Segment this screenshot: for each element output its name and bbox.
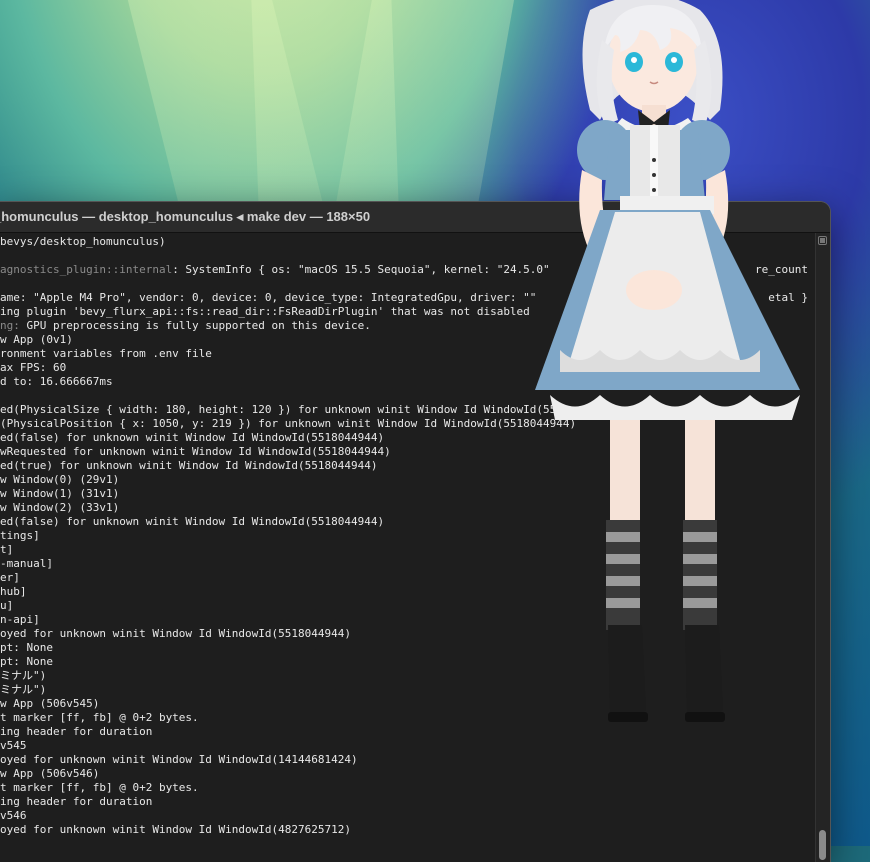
log-message: ing header for duration [0,725,153,738]
terminal-line: w Window(1) (31v1) [0,487,816,501]
terminal-line: pt: None [0,641,816,655]
log-message: ミナル") [0,683,47,696]
log-message: bevys/desktop_homunculus) [0,235,166,248]
terminal-titlebar[interactable]: _homunculus — desktop_homunculus ◂ make … [0,202,830,233]
terminal-line: oyed for unknown winit Window Id WindowI… [0,823,816,837]
log-target: ng: [0,319,20,332]
terminal-line: ed(true) for unknown winit Window Id Win… [0,459,816,473]
terminal-line: n-api] [0,613,816,627]
terminal-line: ed(PhysicalSize { width: 180, height: 12… [0,403,816,417]
terminal-line: hub] [0,585,816,599]
terminal-line: ronment variables from .env file [0,347,816,361]
log-message: t marker [ff, fb] @ 0+2 bytes. [0,711,199,724]
terminal-line: v546 [0,809,816,823]
terminal-line: bevys/desktop_homunculus) [0,235,816,249]
terminal-line: v545 [0,739,816,753]
log-message: pt: None [0,641,53,654]
terminal-output[interactable]: bevys/desktop_homunculus) agnostics_plugi… [0,233,816,862]
log-message: ed(false) for unknown winit Window Id Wi… [0,431,385,444]
log-message: ed(PhysicalSize { width: 180, height: 12… [0,403,563,416]
terminal-line: w Window(0) (29v1) [0,473,816,487]
log-message: t marker [ff, fb] @ 0+2 bytes. [0,781,199,794]
log-message: ed(true) for unknown winit Window Id Win… [0,459,378,472]
log-message: oyed for unknown winit Window Id WindowI… [0,753,358,766]
log-message: ミナル") [0,669,47,682]
terminal-line: oyed for unknown winit Window Id WindowI… [0,627,816,641]
log-message: tings] [0,529,40,542]
log-message: w App (506v546) [0,767,100,780]
log-target: agnostics_plugin::internal [0,263,173,276]
log-message: : SystemInfo { os: "macOS 15.5 Sequoia",… [172,263,550,276]
log-message: -manual] [0,557,53,570]
log-message: oyed for unknown winit Window Id WindowI… [0,823,351,836]
log-message: w App (506v545) [0,697,100,710]
terminal-line: w App (506v546) [0,767,816,781]
log-message: ame: "Apple M4 Pro", vendor: 0, device: … [0,291,537,304]
terminal-line: er] [0,571,816,585]
terminal-line: t marker [ff, fb] @ 0+2 bytes. [0,781,816,795]
log-message: w Window(2) (33v1) [0,501,120,514]
terminal-line: ax FPS: 60 [0,361,816,375]
log-message: pt: None [0,655,53,668]
log-message: ed(false) for unknown winit Window Id Wi… [0,515,385,528]
log-message: oyed for unknown winit Window Id WindowI… [0,627,351,640]
terminal-line: w App (506v545) [0,697,816,711]
terminal-line: ng: GPU preprocessing is fully supported… [0,319,816,333]
log-message: w Window(1) (31v1) [0,487,120,500]
log-message: u] [0,599,14,612]
log-message: ing header for duration [0,795,153,808]
terminal-line: -manual] [0,557,816,571]
terminal-line: d to: 16.666667ms [0,375,816,389]
log-message: w App (0v1) [0,333,73,346]
terminal-line: w App (0v1) [0,333,816,347]
terminal-line: agnostics_plugin::internal: SystemInfo {… [0,263,816,277]
terminal-line: ミナル") [0,669,816,683]
terminal-line: ing plugin 'bevy_flurx_api::fs::read_dir… [0,305,816,319]
terminal-window[interactable]: _homunculus — desktop_homunculus ◂ make … [0,202,830,862]
terminal-line: ing header for duration [0,725,816,739]
log-message: ing plugin 'bevy_flurx_api::fs::read_dir… [0,305,530,318]
log-message: v546 [0,809,27,822]
log-message: wRequested for unknown winit Window Id W… [0,445,391,458]
terminal-line: w Window(2) (33v1) [0,501,816,515]
scrollbar-thumb[interactable] [819,830,826,860]
terminal-line: wRequested for unknown winit Window Id W… [0,445,816,459]
log-message: d to: 16.666667ms [0,375,113,388]
terminal-line: tings] [0,529,816,543]
terminal-line: ame: "Apple M4 Pro", vendor: 0, device: … [0,291,816,305]
log-message: ronment variables from .env file [0,347,212,360]
log-message: n-api] [0,613,40,626]
terminal-line: ミナル") [0,683,816,697]
log-message: w Window(0) (29v1) [0,473,120,486]
window-title: _homunculus — desktop_homunculus ◂ make … [0,209,371,224]
log-message: ax FPS: 60 [0,361,67,374]
terminal-scrollbar[interactable] [815,233,830,862]
terminal-line: u] [0,599,816,613]
log-message: t] [0,543,14,556]
log-message: er] [0,571,20,584]
terminal-line: t] [0,543,816,557]
terminal-line: ed(false) for unknown winit Window Id Wi… [0,515,816,529]
terminal-line: ing header for duration [0,795,816,809]
terminal-line: pt: None [0,655,816,669]
terminal-line: t marker [ff, fb] @ 0+2 bytes. [0,711,816,725]
log-message: v545 [0,739,27,752]
scroll-up-icon[interactable] [818,236,827,245]
log-message-tail: etal } [768,291,808,304]
log-message: GPU preprocessing is fully supported on … [19,319,371,332]
terminal-line: (PhysicalPosition { x: 1050, y: 219 }) f… [0,417,816,431]
terminal-line: ed(false) for unknown winit Window Id Wi… [0,431,816,445]
log-message: hub] [0,585,27,598]
log-message: (PhysicalPosition { x: 1050, y: 219 }) f… [0,417,577,430]
terminal-line: oyed for unknown winit Window Id WindowI… [0,753,816,767]
log-message-tail: re_count [755,263,808,276]
